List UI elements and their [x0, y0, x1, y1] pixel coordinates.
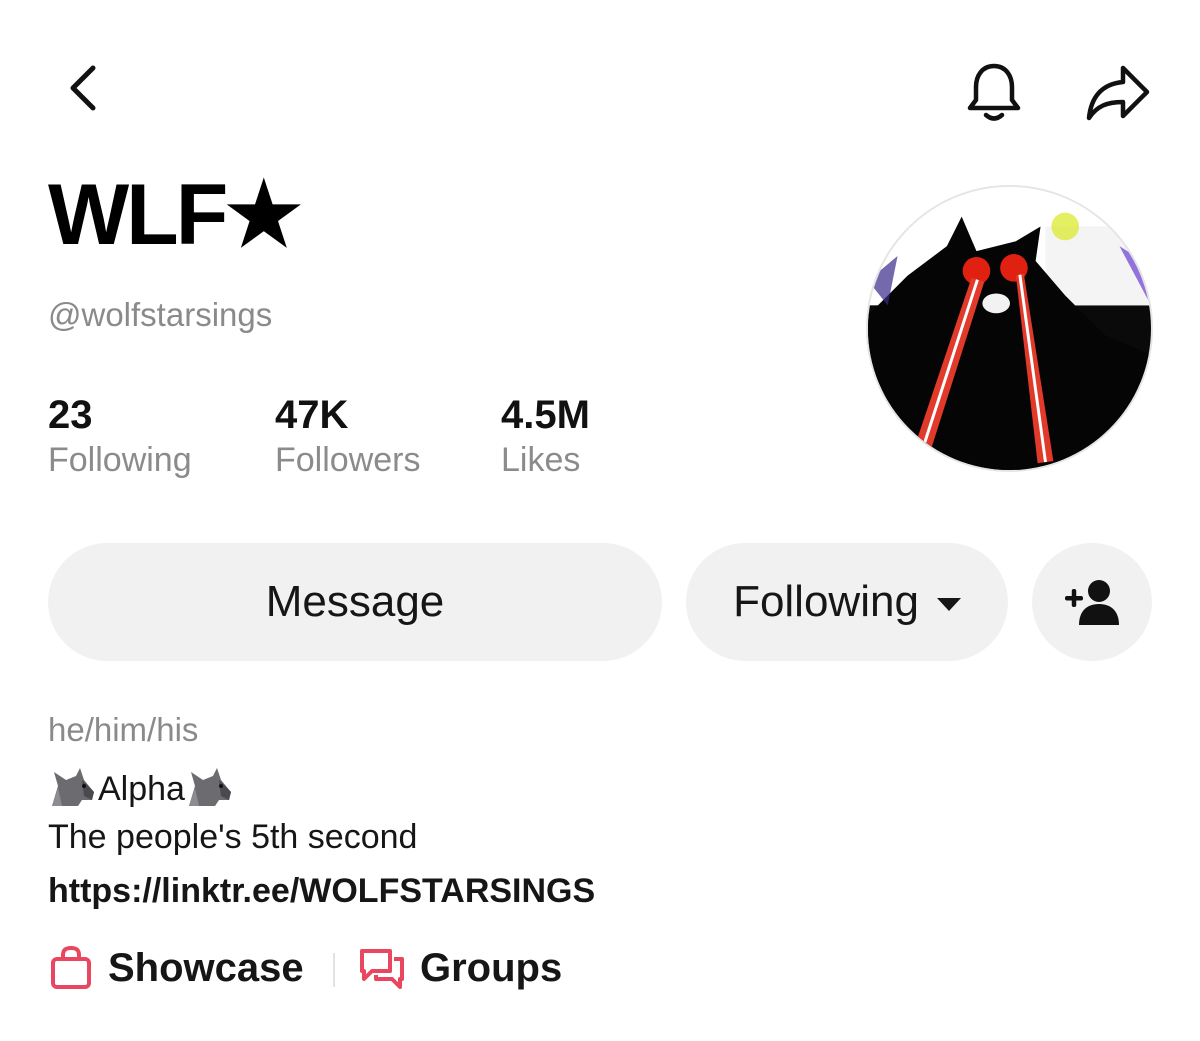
- stat-label: Following: [48, 441, 192, 479]
- groups-link[interactable]: Groups: [358, 945, 562, 991]
- showcase-label: Showcase: [108, 945, 304, 990]
- following-button[interactable]: Following: [686, 543, 1008, 661]
- bio-line-1-text: Alpha: [98, 769, 185, 808]
- tag-divider: [333, 953, 335, 987]
- bio-link[interactable]: https://linktr.ee/WOLFSTARSINGS: [48, 872, 595, 911]
- following-button-label: Following: [733, 577, 919, 626]
- avatar[interactable]: [866, 185, 1153, 472]
- bell-icon: [967, 63, 1021, 121]
- stat-followers[interactable]: 47K Followers: [275, 392, 420, 482]
- stat-value: 4.5M: [501, 393, 590, 437]
- add-friend-button[interactable]: [1032, 543, 1152, 661]
- groups-label: Groups: [420, 945, 563, 990]
- message-button-label: Message: [265, 577, 445, 626]
- shopping-bag-icon: [51, 945, 91, 989]
- profile-handle: @wolfstarsings: [48, 296, 273, 333]
- back-button[interactable]: [52, 58, 112, 118]
- add-person-icon: [1065, 580, 1119, 625]
- bio-line-1: Alpha: [48, 766, 235, 812]
- stat-label: Likes: [501, 441, 581, 479]
- avatar-image: [868, 187, 1151, 470]
- pronouns: he/him/his: [48, 711, 199, 748]
- message-button[interactable]: Message: [48, 543, 662, 661]
- chat-bubbles-icon: [360, 949, 404, 989]
- share-arrow-icon: [1086, 65, 1150, 121]
- showcase-link[interactable]: Showcase: [48, 945, 304, 991]
- chevron-left-icon: [70, 65, 96, 111]
- bio-line-2: The people's 5th second: [48, 818, 418, 856]
- stat-value: 23: [48, 393, 93, 437]
- caret-down-icon: [936, 597, 961, 611]
- profile-display-name: WLF★: [48, 167, 302, 263]
- share-button[interactable]: [1080, 56, 1156, 128]
- stat-following[interactable]: 23 Following: [48, 392, 192, 482]
- stat-value: 47K: [275, 393, 349, 437]
- stat-label: Followers: [275, 441, 421, 479]
- wolf-emoji-icon: [188, 768, 231, 806]
- stat-likes[interactable]: 4.5M Likes: [501, 392, 590, 482]
- notification-button[interactable]: [958, 56, 1030, 128]
- wolf-emoji-icon: [52, 768, 94, 806]
